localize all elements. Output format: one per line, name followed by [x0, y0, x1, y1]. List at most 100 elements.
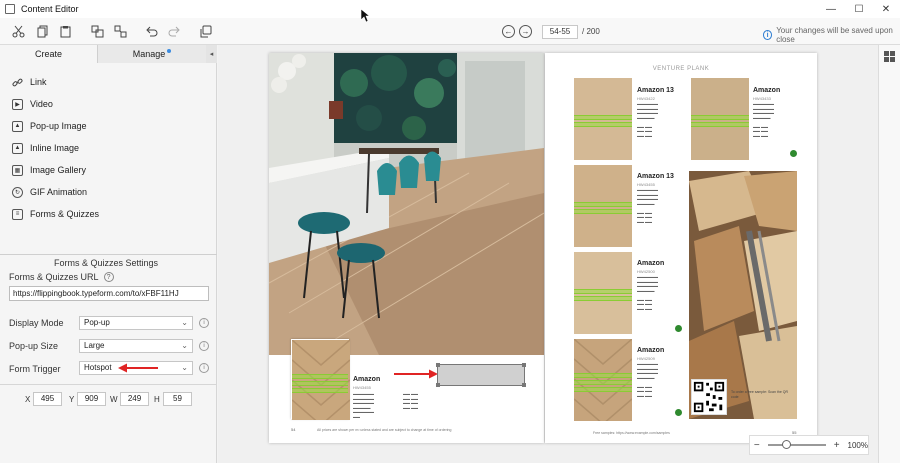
product-code: HW43433: [753, 96, 771, 101]
hotspot-band[interactable]: [574, 122, 632, 127]
hotspot-band[interactable]: [574, 373, 632, 378]
collapse-panel-icon[interactable]: ◂: [206, 45, 217, 63]
product-swatch[interactable]: [574, 252, 632, 334]
tab-manage[interactable]: Manage: [98, 45, 206, 63]
minimize-button[interactable]: —: [818, 0, 844, 18]
eco-badge: [790, 150, 797, 157]
product-description: ▬▬▬▬▬▬ ▬▬▬▬▬▬ ▬▬▬▬▬▬ ▬▬▬▬▬ ▬▬▬▬▬▬ ▬▬: [353, 392, 374, 419]
menu-item-forms-quizzes[interactable]: ≡ Forms & Quizzes: [12, 206, 99, 222]
tab-create[interactable]: Create: [0, 45, 98, 63]
redo-icon[interactable]: [167, 24, 181, 38]
product-description: ▬▬▬▬▬▬ ▬▬▬▬▬▬ ▬▬▬▬▬▬ ▬▬▬▬▬ ▬▬ ▬▬ ▬▬ ▬▬ ▬▬ ▬▬: [753, 102, 774, 138]
product-swatch[interactable]: [574, 165, 632, 247]
prev-page-icon[interactable]: ←: [502, 25, 515, 38]
popup-size-select[interactable]: Large ⌄: [79, 339, 193, 353]
product-description: ▬▬▬▬▬▬ ▬▬▬▬▬▬ ▬▬▬▬▬▬ ▬▬▬▬▬ ▬▬ ▬▬ ▬▬ ▬▬ ▬▬ ▬▬: [637, 275, 658, 311]
cut-icon[interactable]: [11, 24, 25, 38]
right-sidebar: [878, 45, 900, 463]
w-input[interactable]: 249: [120, 392, 149, 406]
duplicate-icon[interactable]: [198, 24, 212, 38]
resize-handle[interactable]: [436, 383, 440, 387]
hotspot-band[interactable]: [574, 289, 632, 294]
y-input[interactable]: 909: [77, 392, 106, 406]
maximize-button[interactable]: ☐: [846, 0, 872, 18]
zoom-control: − + 100%: [749, 435, 869, 455]
video-icon: ▶: [12, 98, 23, 110]
resize-handle[interactable]: [522, 383, 526, 387]
chevron-down-icon: ⌄: [181, 363, 188, 372]
y-label: Y: [69, 395, 75, 404]
url-label-row: Forms & Quizzes URL ?: [9, 272, 114, 282]
info-icon: i: [763, 30, 773, 40]
h-label: H: [154, 395, 160, 404]
copy-icon[interactable]: [35, 24, 49, 38]
hotspot-band[interactable]: [574, 296, 632, 301]
forms-url-input[interactable]: https://flippingbook.typeform.com/to/xFB…: [9, 286, 209, 301]
h-input[interactable]: 59: [163, 392, 192, 406]
zoom-in-icon[interactable]: +: [830, 440, 844, 451]
zoom-out-icon[interactable]: −: [750, 440, 764, 451]
menu-item-label: Video: [30, 99, 53, 109]
menu-item-link[interactable]: Link: [12, 74, 47, 90]
help-icon[interactable]: ?: [103, 272, 114, 282]
hotspot-band[interactable]: [292, 388, 348, 393]
link-icon: [12, 78, 23, 86]
thumbnails-grid-icon[interactable]: [884, 51, 895, 62]
hotspot-band[interactable]: [292, 381, 348, 386]
form-hotspot[interactable]: [436, 363, 526, 387]
menu-item-gif-animation[interactable]: ↻ GIF Animation: [12, 184, 87, 200]
info-icon[interactable]: i: [199, 318, 209, 328]
hotspot-band[interactable]: [691, 122, 749, 127]
paste-icon[interactable]: [58, 24, 72, 38]
display-mode-select[interactable]: Pop-up ⌄: [79, 316, 193, 330]
product-swatch[interactable]: [691, 78, 749, 160]
hotspot-band[interactable]: [574, 380, 632, 385]
undo-icon[interactable]: [144, 24, 158, 38]
close-button[interactable]: ✕: [873, 0, 899, 18]
product-swatch[interactable]: [291, 339, 350, 420]
info-icon[interactable]: i: [199, 341, 209, 351]
page-canvas: Amazon HW43455 ▬▬▬▬▬▬ ▬▬▬▬▬▬ ▬▬▬▬▬▬ ▬▬▬▬▬ ▬▬…: [218, 45, 878, 463]
zoom-slider-handle[interactable]: [781, 440, 791, 449]
hotspot-band[interactable]: [574, 387, 632, 392]
resize-handle[interactable]: [522, 363, 526, 367]
product-description: ▬▬▬▬▬▬ ▬▬▬▬▬▬ ▬▬▬▬▬▬ ▬▬▬▬▬ ▬▬ ▬▬ ▬▬ ▬▬ ▬▬ ▬▬: [637, 362, 658, 398]
menu-item-inline-image[interactable]: ▲ Inline Image: [12, 140, 79, 156]
product-swatch[interactable]: [574, 78, 632, 160]
product-name: Amazon 13: [637, 87, 674, 94]
ungroup-icon[interactable]: [113, 24, 127, 38]
menu-item-image-gallery[interactable]: ▦ Image Gallery: [12, 162, 86, 178]
menu-item-video[interactable]: ▶ Video: [12, 96, 53, 112]
w-label: W: [110, 395, 118, 404]
x-input[interactable]: 495: [33, 392, 62, 406]
chevron-down-icon: ⌄: [181, 318, 188, 327]
product-specs: ▬▬ ▬▬ ▬▬ ▬▬ ▬▬ ▬▬ ▬▬ ▬▬: [403, 392, 418, 410]
resize-handle[interactable]: [436, 363, 440, 367]
product-code: HW43422: [637, 96, 655, 101]
menu-item-popup-image[interactable]: ▲ Pop-up Image: [12, 118, 87, 134]
zoom-slider[interactable]: [767, 440, 826, 449]
page-number-input[interactable]: 54-55: [542, 24, 578, 39]
page-footer[interactable]: Free samples: https://www.example.com/sa…: [593, 431, 670, 435]
image-gallery-icon: ▦: [12, 164, 23, 176]
product-name: Amazon: [637, 347, 665, 354]
content-panel: Create Manage ◂ Link ▶ Video ▲ Pop-up Im…: [0, 45, 217, 463]
position-size-row: X 495 Y 909 W 249 H 59: [0, 384, 217, 409]
zoom-value: 100%: [847, 440, 868, 450]
next-page-icon[interactable]: →: [519, 25, 532, 38]
info-icon[interactable]: i: [199, 363, 209, 373]
hotspot-band[interactable]: [574, 209, 632, 214]
form-trigger-value: Hotspot: [84, 363, 112, 372]
hotspot-band[interactable]: [574, 202, 632, 207]
popup-size-value: Large: [84, 341, 105, 350]
url-label: Forms & Quizzes URL: [9, 272, 99, 282]
hotspot-band[interactable]: [292, 374, 348, 379]
product-swatch[interactable]: [574, 339, 632, 421]
page-number: 54: [291, 427, 296, 432]
hotspot-band[interactable]: [574, 115, 632, 120]
product-code: HW43455: [637, 182, 655, 187]
hotspot-band[interactable]: [691, 115, 749, 120]
settings-title: Forms & Quizzes Settings: [53, 258, 159, 268]
group-icon[interactable]: [90, 24, 104, 38]
product-code: HW42500: [637, 269, 655, 274]
